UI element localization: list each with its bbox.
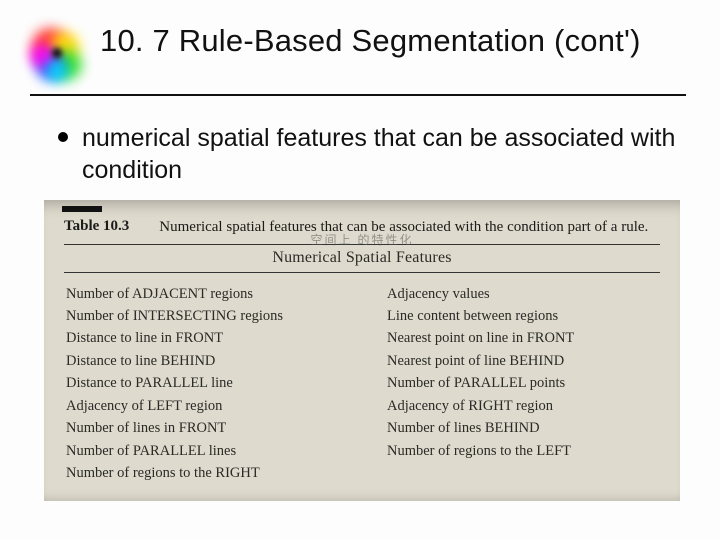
feature-item: Distance to PARALLEL line (66, 372, 337, 394)
feature-item: Number of lines BEHIND (387, 417, 658, 439)
feature-item: Number of regions to the RIGHT (66, 462, 337, 484)
feature-item: Number of INTERSECTING regions (66, 305, 337, 327)
feature-item: Adjacency of RIGHT region (387, 395, 658, 417)
feature-item: Distance to line BEHIND (66, 350, 337, 372)
scanned-table-figure: Table 10.3 Numerical spatial features th… (44, 200, 680, 501)
feature-item: Number of ADJACENT regions (66, 283, 337, 305)
bullet-dot-icon (58, 132, 68, 142)
table-number: Table 10.3 (64, 218, 129, 238)
feature-item: Number of lines in FRONT (66, 417, 337, 439)
feature-item: Distance to line in FRONT (66, 327, 337, 349)
table-caption-row: Table 10.3 Numerical spatial features th… (64, 218, 660, 238)
feature-item: Number of regions to the LEFT (387, 440, 658, 462)
slide-header: 10. 7 Rule-Based Segmentation (cont') (30, 22, 686, 96)
scan-artifact-bar (62, 206, 102, 212)
color-splash-icon (30, 26, 88, 84)
feature-item: Adjacency values (387, 283, 658, 305)
feature-item: Line content between regions (387, 305, 658, 327)
table-right-column: Adjacency values Line content between re… (387, 283, 658, 485)
feature-item: Number of PARALLEL lines (66, 440, 337, 462)
bullet-text: numerical spatial features that can be a… (82, 122, 686, 186)
feature-item: Nearest point of line BEHIND (387, 350, 658, 372)
table-left-column: Number of ADJACENT regions Number of INT… (66, 283, 337, 485)
slide-title: 10. 7 Rule-Based Segmentation (cont') (100, 22, 641, 61)
feature-item: Adjacency of LEFT region (66, 395, 337, 417)
bullet-item: numerical spatial features that can be a… (58, 122, 686, 186)
feature-item: Number of PARALLEL points (387, 372, 658, 394)
table-columns: Number of ADJACENT regions Number of INT… (64, 281, 660, 485)
table-section-heading: Numerical Spatial Features (272, 249, 451, 266)
feature-item: Nearest point on line in FRONT (387, 327, 658, 349)
table-section-heading-row: 空间上 的特性化 Numerical Spatial Features (64, 244, 660, 273)
slide: 10. 7 Rule-Based Segmentation (cont') nu… (0, 0, 720, 540)
table-caption: Numerical spatial features that can be a… (159, 218, 648, 238)
